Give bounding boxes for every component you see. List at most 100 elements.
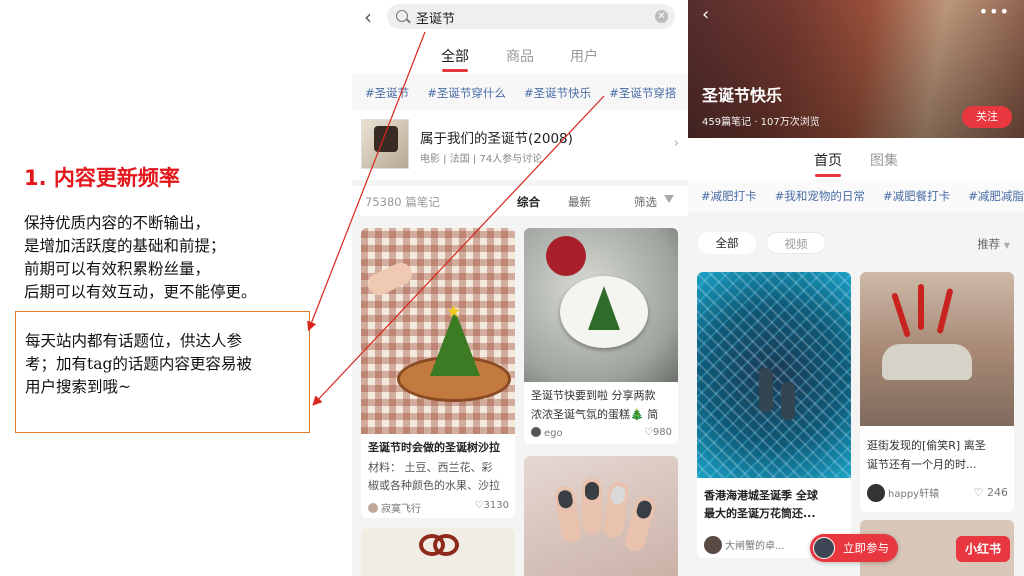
heart-icon: ♡: [643, 427, 653, 438]
topic-title: 圣诞节快乐: [702, 86, 783, 105]
sort-comprehensive[interactable]: 综合: [517, 194, 540, 210]
join-now-button[interactable]: 立即参与: [810, 534, 898, 562]
search-input[interactable]: 圣诞节 ✕: [387, 4, 675, 29]
sort-latest[interactable]: 最新: [568, 194, 591, 210]
finger-shape: [582, 478, 602, 534]
tab-products[interactable]: 商品: [506, 46, 534, 66]
slide-body-line: 保持优质内容的不断输出，: [24, 214, 211, 232]
note-title: 逛街发现的[偷笑R] 离圣: [867, 439, 986, 452]
person-shape: [759, 368, 773, 412]
tab-all[interactable]: 全部: [441, 46, 469, 72]
hashtag-item[interactable]: #圣诞节快乐: [524, 85, 591, 101]
avatar: [704, 536, 722, 554]
topic-screen: ‹ ••• 圣诞节快乐 459篇笔记 · 107万次浏览 关注 首页 图集 #减…: [688, 0, 1024, 576]
note-card[interactable]: [524, 456, 678, 576]
note-card[interactable]: [361, 528, 515, 576]
movie-poster-thumbnail: [361, 119, 409, 169]
note-title: 最大的圣诞万花筒还...: [704, 507, 816, 520]
hashtag-item[interactable]: #减肥打卡: [701, 188, 757, 204]
antler-shape: [918, 284, 924, 330]
tab-gallery[interactable]: 图集: [870, 150, 898, 170]
tab-home[interactable]: 首页: [814, 150, 842, 177]
note-author[interactable]: 寂寞飞行: [368, 500, 421, 515]
note-title: 圣诞节时会做的圣诞树沙拉: [368, 441, 500, 454]
search-header: ‹ 圣诞节 ✕: [352, 0, 688, 34]
back-chevron-icon[interactable]: ‹: [364, 5, 372, 29]
hashtag-bar: #圣诞节 #圣诞节穿什么 #圣诞节快乐 #圣诞节穿搭: [352, 74, 688, 110]
follow-button[interactable]: 关注: [962, 106, 1012, 128]
note-card[interactable]: 逛街发现的[偷笑R] 离圣 诞节还有一个月的时... happy轩辕 ♡ 246: [860, 272, 1014, 512]
author-name: ego: [544, 428, 563, 439]
heart-icon: ♡: [973, 486, 984, 499]
like-number: 3130: [483, 500, 509, 511]
nail-shape: [585, 482, 599, 500]
sort-bar: 75380 篇笔记 综合 最新 筛选: [352, 186, 688, 216]
cake-tree-shape: [588, 286, 620, 330]
avatar: [368, 503, 378, 513]
caret-down-icon: ▼: [1003, 241, 1010, 250]
author-name: happy轩辕: [888, 489, 940, 500]
author-name: 寂寞飞行: [381, 504, 421, 515]
hand-shape: [364, 259, 416, 299]
note-author[interactable]: happy轩辕: [867, 484, 939, 502]
topic-hero-banner: ‹ ••• 圣诞节快乐 459篇笔记 · 107万次浏览 关注: [688, 0, 1024, 138]
topic-card[interactable]: 属于我们的圣诞节(2008) 电影 | 法国 | 74人参与讨论 ›: [352, 110, 688, 180]
note-title: 浓浓圣诞气氛的蛋糕🎄 简: [531, 408, 659, 421]
search-icon: [396, 10, 408, 22]
sort-recommend[interactable]: 推荐 ▼: [977, 236, 1010, 252]
hashtag-item[interactable]: #圣诞节: [365, 85, 409, 101]
note-image: [697, 272, 851, 478]
clear-icon[interactable]: ✕: [655, 10, 668, 23]
search-tabs: 全部 商品 用户: [352, 34, 688, 74]
hashtag-item[interactable]: #减肥餐打卡: [883, 188, 950, 204]
chip-video[interactable]: 视频: [766, 232, 826, 254]
note-image: [361, 528, 515, 576]
filter-button[interactable]: 筛选: [634, 194, 657, 210]
antler-shape: [891, 292, 911, 338]
note-card[interactable]: ★ 圣诞节时会做的圣诞树沙拉 材料： 土豆、西兰花、彩 椒或各种颜色的水果、沙拉…: [361, 228, 515, 518]
note-author[interactable]: 大闸蟹的卓...: [704, 536, 785, 554]
slide-body-line: 是增加活跃度的基础和前提；: [24, 237, 226, 255]
note-desc: 材料： 土豆、西兰花、彩: [368, 461, 493, 474]
like-count[interactable]: ♡980: [644, 427, 672, 438]
search-screen: ‹ 圣诞节 ✕ 全部 商品 用户 #圣诞节 #圣诞节穿什么 #圣诞节快乐 #圣诞…: [352, 0, 688, 576]
hashtag-item[interactable]: #我和宠物的日常: [775, 188, 865, 204]
nail-shape: [634, 499, 654, 521]
note-card[interactable]: 圣诞节快要到啦 分享两款 浓浓圣诞气氛的蛋糕🎄 简 ego ♡980: [524, 228, 678, 444]
topic-tabs: 首页 图集: [688, 138, 1024, 180]
callout-line: 每天站内都有话题位，供达人参: [25, 332, 243, 350]
like-number: 246: [987, 486, 1008, 499]
tab-users[interactable]: 用户: [570, 46, 598, 66]
avatar: [813, 537, 835, 559]
hashtag-item[interactable]: #减肥减脂: [968, 188, 1024, 204]
note-title: 诞节还有一个月的时...: [867, 458, 977, 471]
slide-body-line: 前期可以有效积累粉丝量，: [24, 260, 211, 278]
avatar: [867, 484, 885, 502]
star-icon: ★: [446, 302, 462, 322]
filter-bar: 全部 视频 推荐 ▼: [688, 226, 1024, 258]
antler-shape: [936, 287, 954, 335]
note-author[interactable]: ego: [531, 427, 563, 439]
author-name: 大闸蟹的卓...: [725, 541, 785, 552]
chip-all[interactable]: 全部: [698, 232, 756, 254]
slide-body-line: 后期可以有效互动，更不能停更。: [24, 283, 257, 301]
search-query: 圣诞节: [416, 12, 456, 27]
like-count[interactable]: ♡3130: [475, 500, 509, 511]
join-label: 立即参与: [843, 541, 889, 555]
note-desc: 椒或各种颜色的水果、沙拉: [368, 479, 500, 492]
note-image: ★: [361, 228, 515, 434]
finger-shape: [553, 484, 583, 544]
like-count[interactable]: ♡ 246: [974, 486, 1008, 499]
callout-line: 用户搜索到哦~: [25, 378, 131, 396]
hashtag-item[interactable]: #圣诞节穿搭: [609, 85, 676, 101]
hashtag-item[interactable]: #圣诞节穿什么: [427, 85, 506, 101]
callout-line: 考；加有tag的话题内容更容易被: [25, 355, 252, 373]
more-icon[interactable]: •••: [979, 2, 1010, 21]
avatar: [531, 427, 541, 437]
slide-body: 保持优质内容的不断输出， 是增加活跃度的基础和前提； 前期可以有效积累粉丝量， …: [24, 212, 324, 304]
nail-shape: [556, 489, 574, 510]
note-card[interactable]: 香港海港城圣诞季 全球 最大的圣诞万花筒还... 大闸蟹的卓...: [697, 272, 851, 558]
callout-box: 每天站内都有话题位，供达人参 考；加有tag的话题内容更容易被 用户搜索到哦~: [15, 311, 310, 433]
back-chevron-icon[interactable]: ‹: [702, 4, 709, 25]
topic-stats: 459篇笔记 · 107万次浏览: [702, 117, 820, 128]
